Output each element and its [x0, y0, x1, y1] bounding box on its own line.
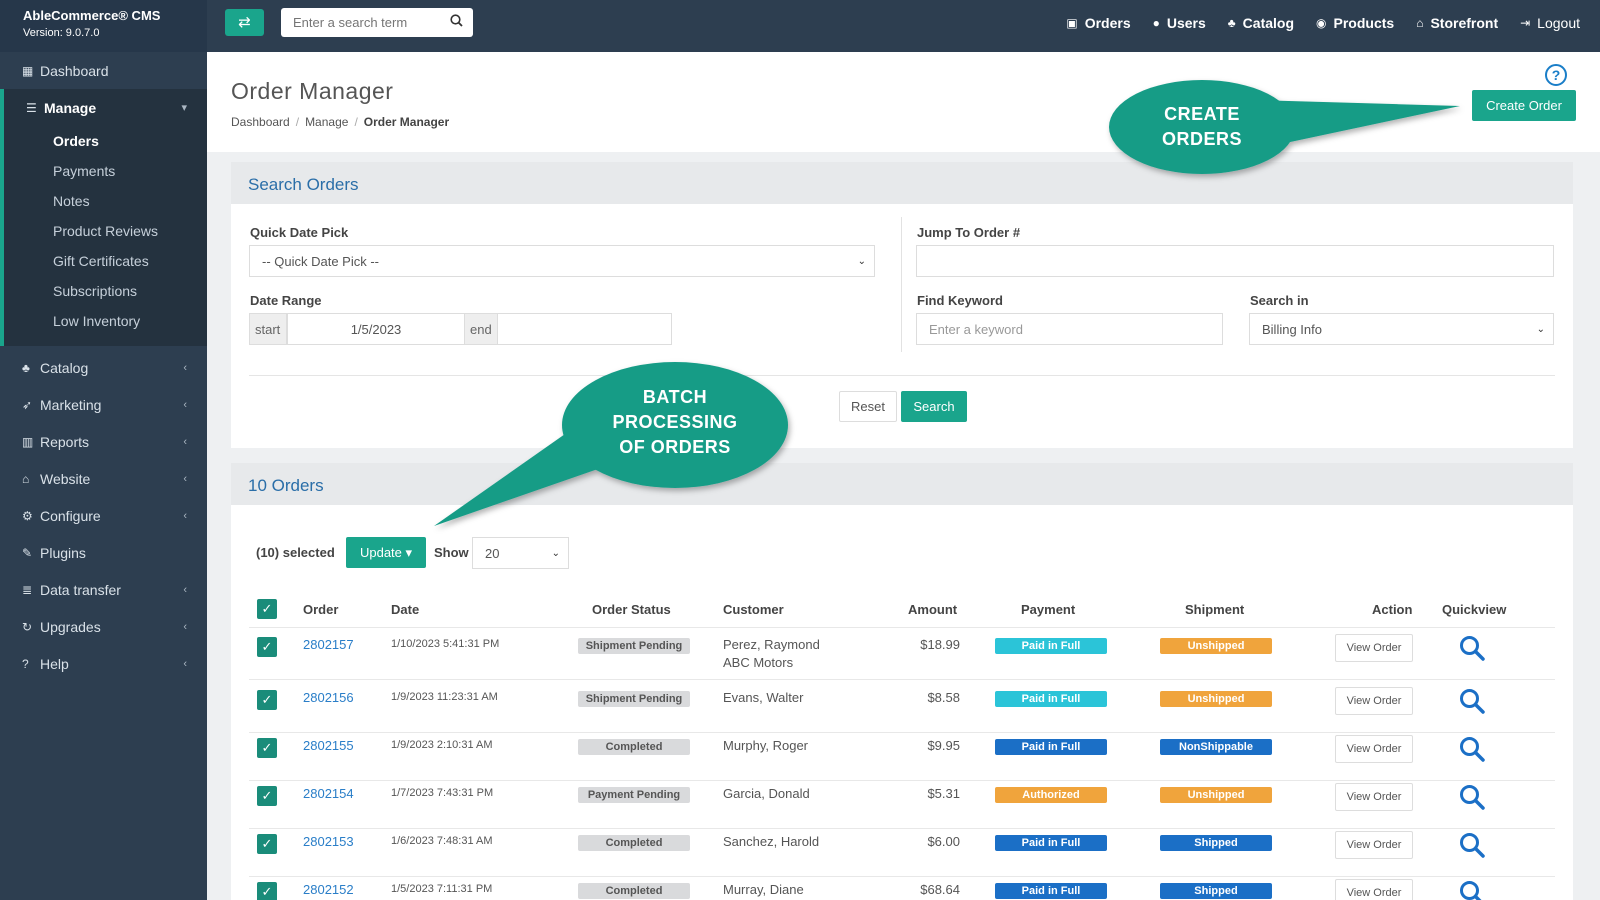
callout-line: PROCESSING	[612, 412, 738, 432]
callout-line: ORDERS	[1161, 129, 1242, 149]
callout-line: CREATE	[1164, 104, 1240, 124]
batch-processing-callout-text: BATCH PROCESSING OF ORDERS	[585, 385, 765, 460]
callout-annotations	[434, 80, 1460, 526]
callout-line: OF ORDERS	[619, 437, 731, 457]
callout-line: BATCH	[642, 387, 708, 407]
create-orders-callout-text: CREATE ORDERS	[1132, 102, 1272, 152]
